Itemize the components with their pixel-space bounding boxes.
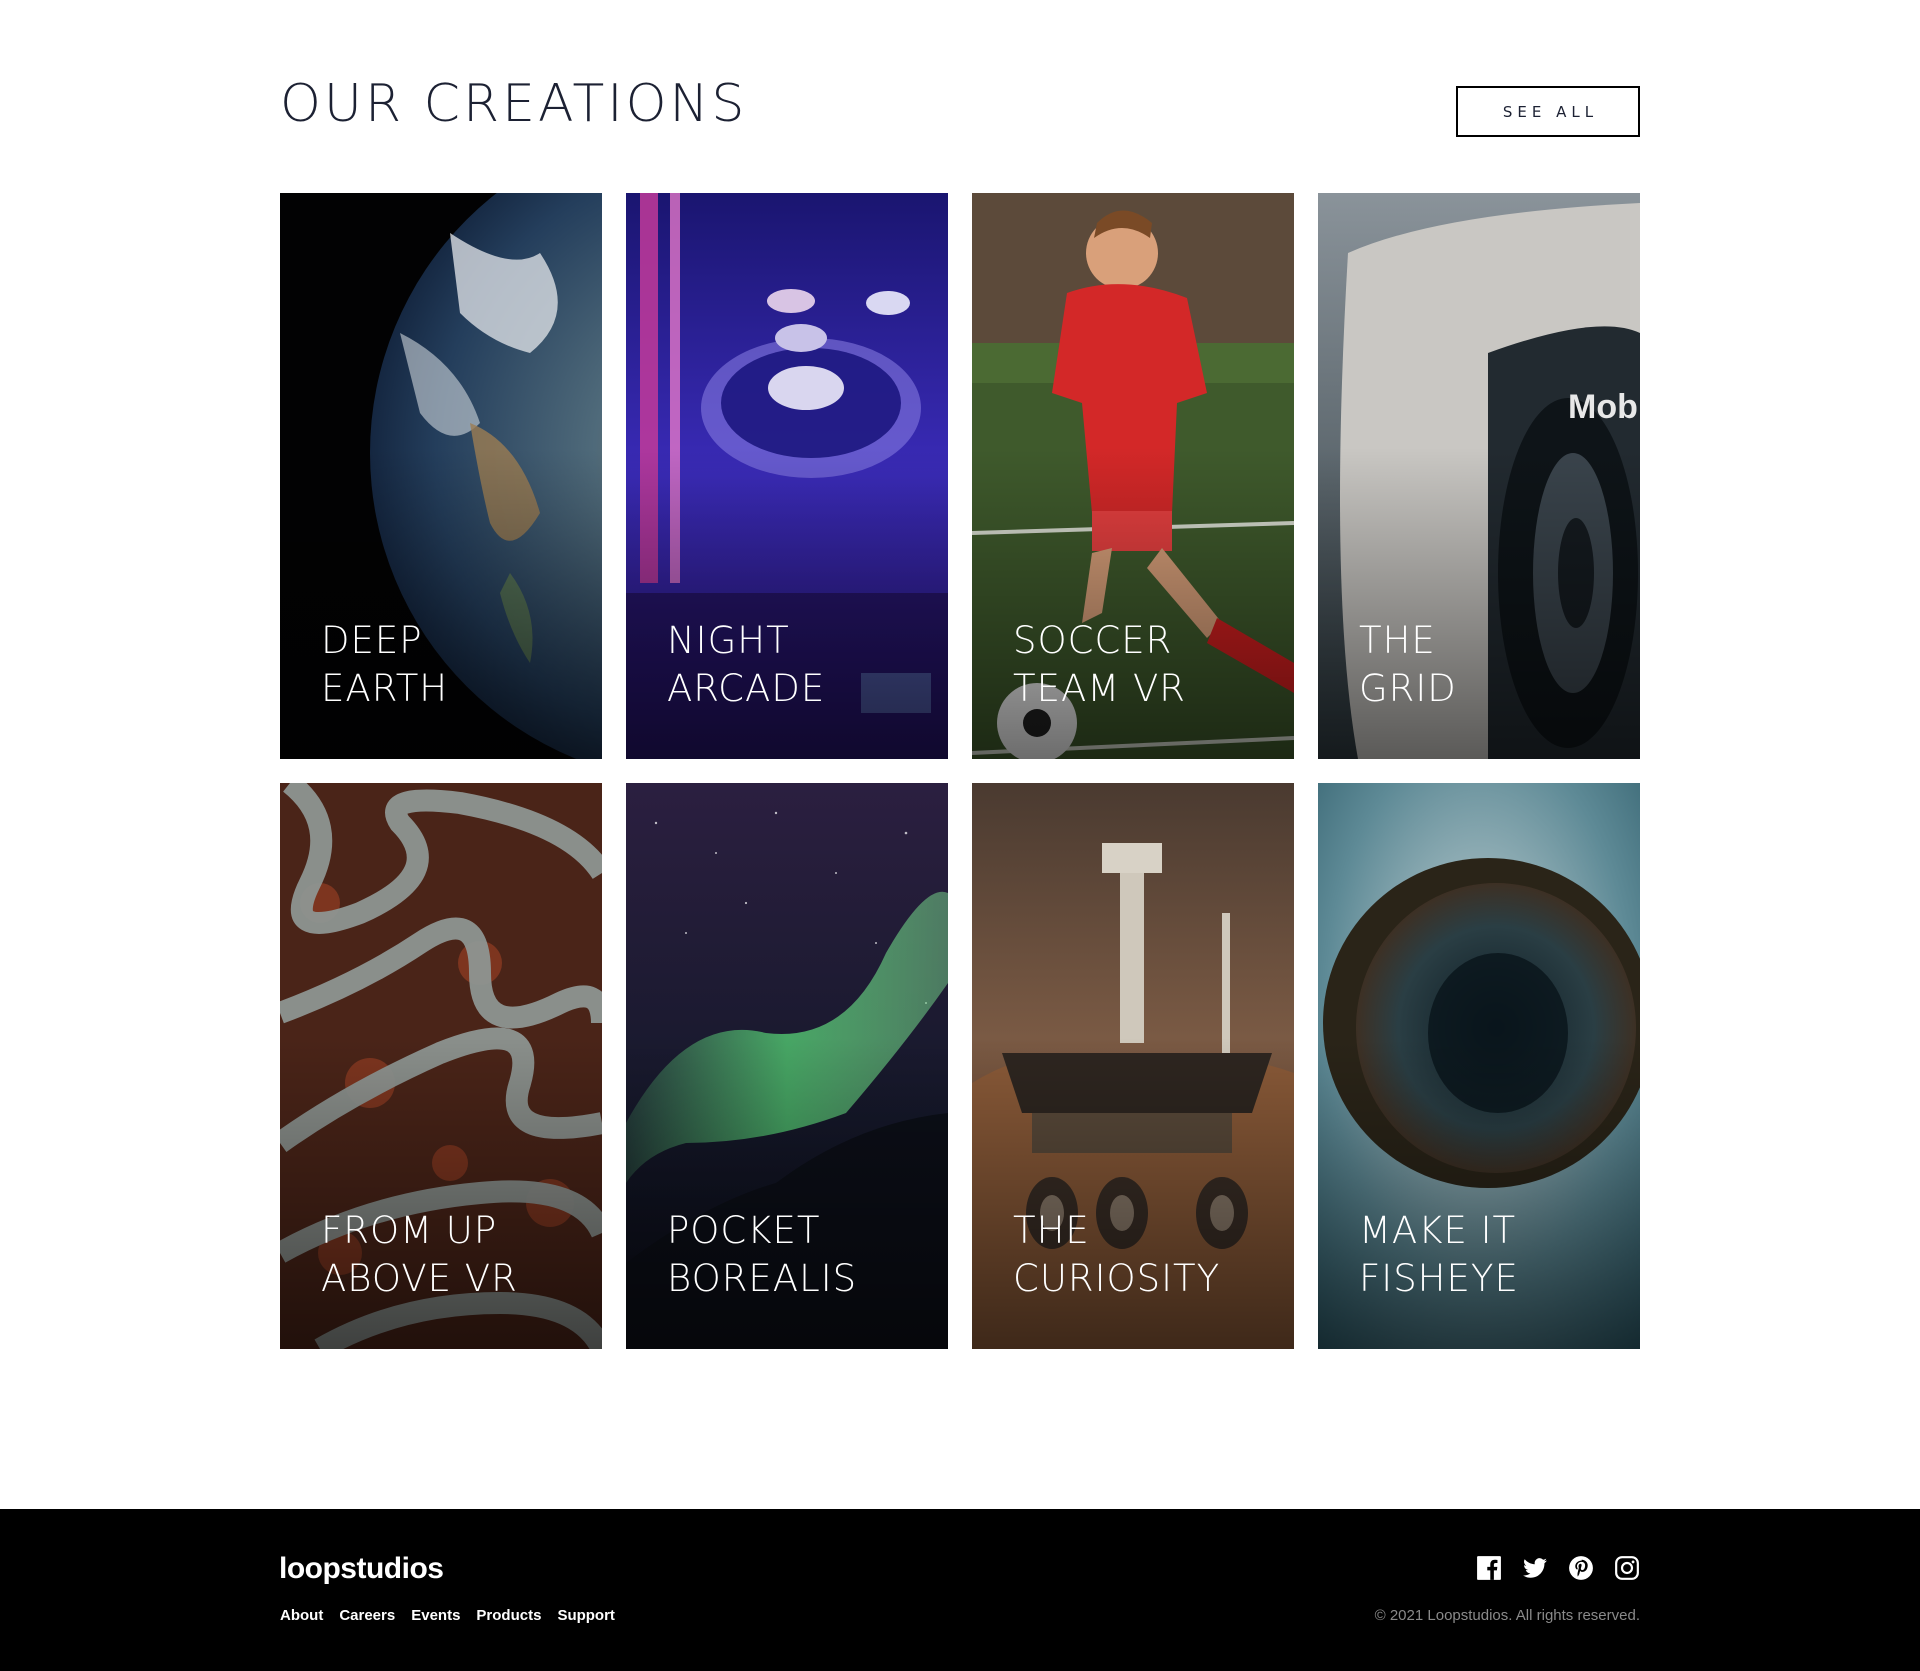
- footer-link-about[interactable]: About: [280, 1607, 323, 1624]
- copyright-text: © 2021 Loopstudios. All rights reserved.: [1374, 1607, 1640, 1624]
- page: OUR CREATIONS SEE ALL DEEP EARTH NIGHT A…: [0, 0, 1920, 1671]
- pinterest-icon[interactable]: [1568, 1555, 1594, 1581]
- creation-card-deep-earth[interactable]: DEEP EARTH: [280, 193, 602, 759]
- site-footer: loopstudios About Careers Events Product…: [0, 1509, 1920, 1671]
- creation-card-pocket-borealis[interactable]: POCKET BOREALIS: [626, 783, 948, 1349]
- creation-card-from-up-above-vr[interactable]: FROM UP ABOVE VR: [280, 783, 602, 1349]
- footer-link-products[interactable]: Products: [476, 1607, 541, 1624]
- card-title: DEEP EARTH: [321, 619, 449, 710]
- card-title: MAKE IT FISHEYE: [1359, 1209, 1519, 1300]
- section-title: OUR CREATIONS: [280, 74, 748, 134]
- card-title: FROM UP ABOVE VR: [321, 1209, 518, 1300]
- facebook-icon[interactable]: [1476, 1555, 1502, 1581]
- creation-card-soccer-team-vr[interactable]: SOCCER TEAM VR: [972, 193, 1294, 759]
- social-links: [1476, 1555, 1640, 1581]
- card-title: SOCCER TEAM VR: [1013, 619, 1186, 710]
- see-all-button[interactable]: SEE ALL: [1456, 86, 1640, 137]
- creation-card-the-curiosity[interactable]: THE CURIOSITY: [972, 783, 1294, 1349]
- creation-card-night-arcade[interactable]: NIGHT ARCADE: [626, 193, 948, 759]
- creations-grid: DEEP EARTH NIGHT ARCADE SOCCER TEAM VR T…: [280, 193, 1640, 1349]
- footer-nav: About Careers Events Products Support: [280, 1607, 615, 1624]
- footer-link-careers[interactable]: Careers: [339, 1607, 395, 1624]
- card-title: NIGHT ARCADE: [667, 619, 826, 710]
- instagram-icon[interactable]: [1614, 1555, 1640, 1581]
- footer-link-events[interactable]: Events: [411, 1607, 460, 1624]
- creation-card-the-grid[interactable]: Mob THE GRID: [1318, 193, 1640, 759]
- card-title: THE GRID: [1359, 619, 1457, 710]
- footer-link-support[interactable]: Support: [557, 1607, 615, 1624]
- footer-logo[interactable]: loopstudios: [279, 1552, 444, 1586]
- creation-card-make-it-fisheye[interactable]: MAKE IT FISHEYE: [1318, 783, 1640, 1349]
- card-title: POCKET BOREALIS: [667, 1209, 858, 1300]
- card-title: THE CURIOSITY: [1013, 1209, 1221, 1300]
- twitter-icon[interactable]: [1522, 1555, 1548, 1581]
